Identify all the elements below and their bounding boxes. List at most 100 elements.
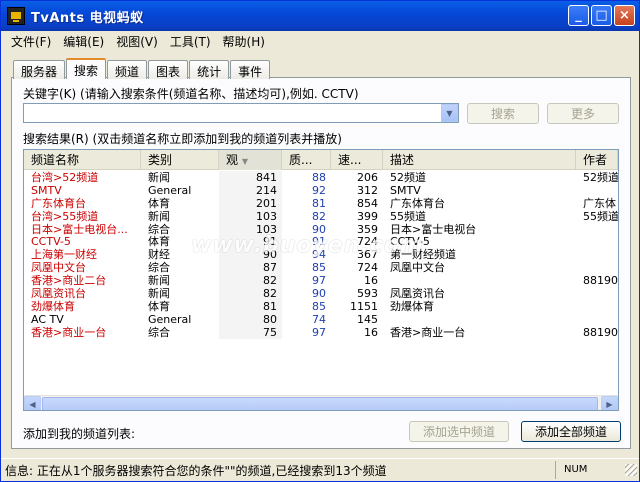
minimize-button[interactable]: _ [568, 5, 589, 26]
tab-events[interactable]: 事件 [230, 60, 271, 79]
cell-description [383, 274, 576, 287]
cell-viewers: 87 [219, 261, 282, 275]
table-row[interactable]: 香港>商业二台 新闻 82 97 16 881903 [24, 274, 618, 288]
title-bar[interactable]: TvAnts 电视蚂蚁 _ □ × [1, 1, 639, 31]
menu-help[interactable]: 帮助(H) [217, 33, 271, 50]
cell-name: 香港>商业一台 [31, 325, 107, 339]
tab-search[interactable]: 搜索 [66, 58, 107, 79]
table-row[interactable]: 香港>商业一台 综合 75 97 16 香港>商业一台 881903 [24, 325, 618, 339]
cell-category: General [148, 312, 192, 326]
table-row[interactable]: 劲爆体育 体育 81 85 1151 劲爆体育 [24, 299, 618, 313]
column-header-viewers[interactable]: 观 ▼ [219, 150, 282, 170]
scroll-right-icon[interactable]: ▶ [601, 396, 618, 410]
table-row[interactable]: 台湾>52频道 新闻 841 88 206 52频道 52频道 [24, 171, 618, 184]
cell-name: 香港>商业二台 [31, 274, 107, 288]
column-header-speed[interactable]: 速... [331, 150, 383, 170]
cell-author [576, 235, 618, 248]
maximize-button[interactable]: □ [591, 5, 612, 26]
table-row[interactable]: 凤凰中文台 综合 87 85 724 凤凰中文台 [24, 261, 618, 275]
scrollbar-thumb[interactable] [42, 397, 598, 410]
column-header-author[interactable]: 作者 [576, 150, 618, 170]
cell-quality: 90 [312, 287, 326, 300]
cell-description: 55频道 [390, 209, 426, 223]
table-row[interactable]: AC TV General 80 74 145 [24, 312, 618, 326]
chevron-down-icon[interactable]: ▼ [441, 104, 458, 122]
cell-description [383, 313, 576, 326]
cell-author [576, 313, 618, 326]
cell-viewers: 201 [219, 196, 282, 210]
menu-tools[interactable]: 工具(T) [164, 33, 217, 50]
cell-quality: 88 [312, 171, 326, 184]
cell-name: CCTV-5 [31, 235, 71, 249]
tab-charts[interactable]: 图表 [148, 60, 189, 79]
num-lock-indicator: NUM [555, 461, 625, 479]
cell-author [576, 223, 618, 236]
cell-name: SMTV [31, 183, 62, 197]
cell-category: 综合 [148, 261, 170, 275]
cell-description: 香港>商业一台 [390, 325, 466, 339]
scroll-left-icon[interactable]: ◀ [24, 396, 41, 410]
cell-description: SMTV [390, 183, 421, 197]
column-header-description[interactable]: 描述 [383, 150, 576, 170]
cell-name: 台湾>52频道 [31, 171, 99, 184]
add-to-list-label: 添加到我的频道列表: [23, 427, 136, 441]
column-header-category[interactable]: 类别 [141, 150, 219, 170]
cell-viewers: 214 [219, 183, 282, 197]
window-title: TvAnts 电视蚂蚁 [31, 10, 144, 26]
menu-edit[interactable]: 编辑(E) [57, 33, 110, 50]
tab-stats[interactable]: 统计 [189, 60, 230, 79]
cell-quality: 74 [312, 312, 326, 326]
cell-description: 52频道 [390, 171, 426, 184]
table-row[interactable]: 凤凰资讯台 新闻 82 90 593 凤凰资讯台 [24, 287, 618, 300]
cell-speed: 1151 [350, 299, 378, 313]
cell-speed: 593 [357, 287, 378, 300]
keyword-label: 关键字(K) (请输入搜索条件(频道名称、描述均可),例如. CCTV) [23, 87, 359, 101]
cell-quality: 85 [312, 261, 326, 275]
tab-bar: 服务器 搜索 频道 图表 统计 事件 [13, 58, 271, 79]
resize-grip-icon[interactable] [625, 464, 637, 476]
cell-quality: 81 [312, 196, 326, 210]
column-header-quality[interactable]: 质... [282, 150, 331, 170]
column-header-name[interactable]: 频道名称 [24, 150, 141, 170]
more-button[interactable]: 更多 [547, 103, 619, 124]
cell-viewers: 82 [219, 274, 282, 288]
menu-view[interactable]: 视图(V) [110, 33, 164, 50]
cell-author: 881903 [583, 325, 618, 339]
tab-channels[interactable]: 频道 [107, 60, 148, 79]
cell-viewers: 75 [219, 325, 282, 339]
search-combobox[interactable] [23, 103, 459, 123]
table-row[interactable]: SMTV General 214 92 312 SMTV [24, 183, 618, 197]
add-selected-button[interactable]: 添加选中频道 [409, 421, 509, 442]
cell-author [576, 287, 618, 300]
main-window: TvAnts 电视蚂蚁 _ □ × 文件(F) 编辑(E) 视图(V) 工具(T… [0, 0, 640, 482]
table-row[interactable]: 广东体育台 体育 201 81 854 广东体育台 广东体 [24, 196, 618, 210]
cell-viewers: 80 [219, 312, 282, 326]
add-all-button[interactable]: 添加全部频道 [521, 421, 621, 442]
results-list[interactable]: 频道名称 类别 观 ▼ 质... 速... 描述 作者 台湾>52频道 新闻 841… [23, 149, 619, 411]
cell-author [576, 261, 618, 274]
search-input[interactable] [24, 104, 458, 122]
status-bar: 信息: 正在从1个服务器搜索符合您的条件""的频道,已经搜索到13个频道 NUM [1, 458, 639, 481]
menu-file[interactable]: 文件(F) [5, 33, 57, 50]
cell-speed: 399 [357, 209, 378, 223]
cell-category: 综合 [148, 325, 170, 339]
cell-author: 881903 [583, 274, 618, 288]
cell-author [576, 184, 618, 197]
cell-quality: 97 [312, 325, 326, 339]
cell-quality: 82 [312, 209, 326, 223]
cell-speed: 16 [364, 274, 378, 288]
watermark-text: www.buoyen.com [191, 233, 424, 258]
cell-category: General [148, 183, 192, 197]
column-header-viewers-label: 观 [226, 153, 239, 167]
table-row[interactable]: 台湾>55频道 新闻 103 82 399 55频道 55频道 [24, 209, 618, 223]
results-label: 搜索结果(R) (双击频道名称立即添加到我的频道列表并播放) [23, 132, 342, 146]
cell-speed: 854 [357, 196, 378, 210]
cell-name: 凤凰中文台 [31, 261, 86, 275]
search-button[interactable]: 搜索 [467, 103, 539, 124]
cell-author [576, 300, 618, 313]
horizontal-scrollbar[interactable]: ◀ ▶ [24, 395, 618, 410]
close-button[interactable]: × [614, 5, 635, 26]
tv-app-icon [7, 7, 25, 25]
tab-servers[interactable]: 服务器 [13, 60, 66, 79]
cell-name: 凤凰资讯台 [31, 287, 86, 300]
